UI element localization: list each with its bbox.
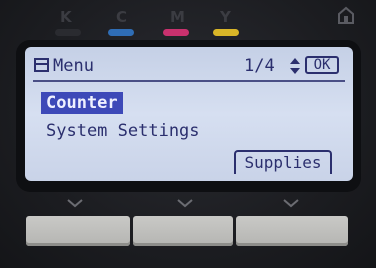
page-indicator: 1/4 [244,56,275,76]
menu-item-system-settings[interactable]: System Settings [46,120,200,142]
toner-label-m: M [170,8,185,26]
screen-title: Menu [53,56,94,76]
toner-indicator-k [55,29,81,36]
chevron-down-icon [67,199,83,208]
toner-indicator-y [213,29,239,36]
toner-label-y: Y [220,8,231,26]
toner-label-k: K [60,8,72,26]
center-selection-key[interactable] [133,216,233,246]
screen-header: Menu 1/4 OK [33,56,345,82]
ok-button[interactable]: OK [305,56,339,74]
chevron-down-icon [177,199,193,208]
menu-item-counter[interactable]: Counter [41,92,123,114]
lcd-screen: Menu 1/4 OK Counter System Settings Supp… [25,47,353,181]
right-selection-key[interactable] [236,216,348,246]
toner-indicator-c [108,29,134,36]
left-selection-key[interactable] [26,216,130,246]
home-icon[interactable] [335,4,357,26]
up-down-arrow-icon [290,58,300,74]
supplies-soft-button[interactable]: Supplies [234,150,332,174]
chevron-down-icon [283,199,299,208]
printer-control-panel: K C M Y Menu 1/4 OK Counter System Setti… [0,0,376,268]
toner-label-c: C [116,8,128,26]
menu-icon [34,58,49,72]
toner-indicator-m [163,29,189,36]
